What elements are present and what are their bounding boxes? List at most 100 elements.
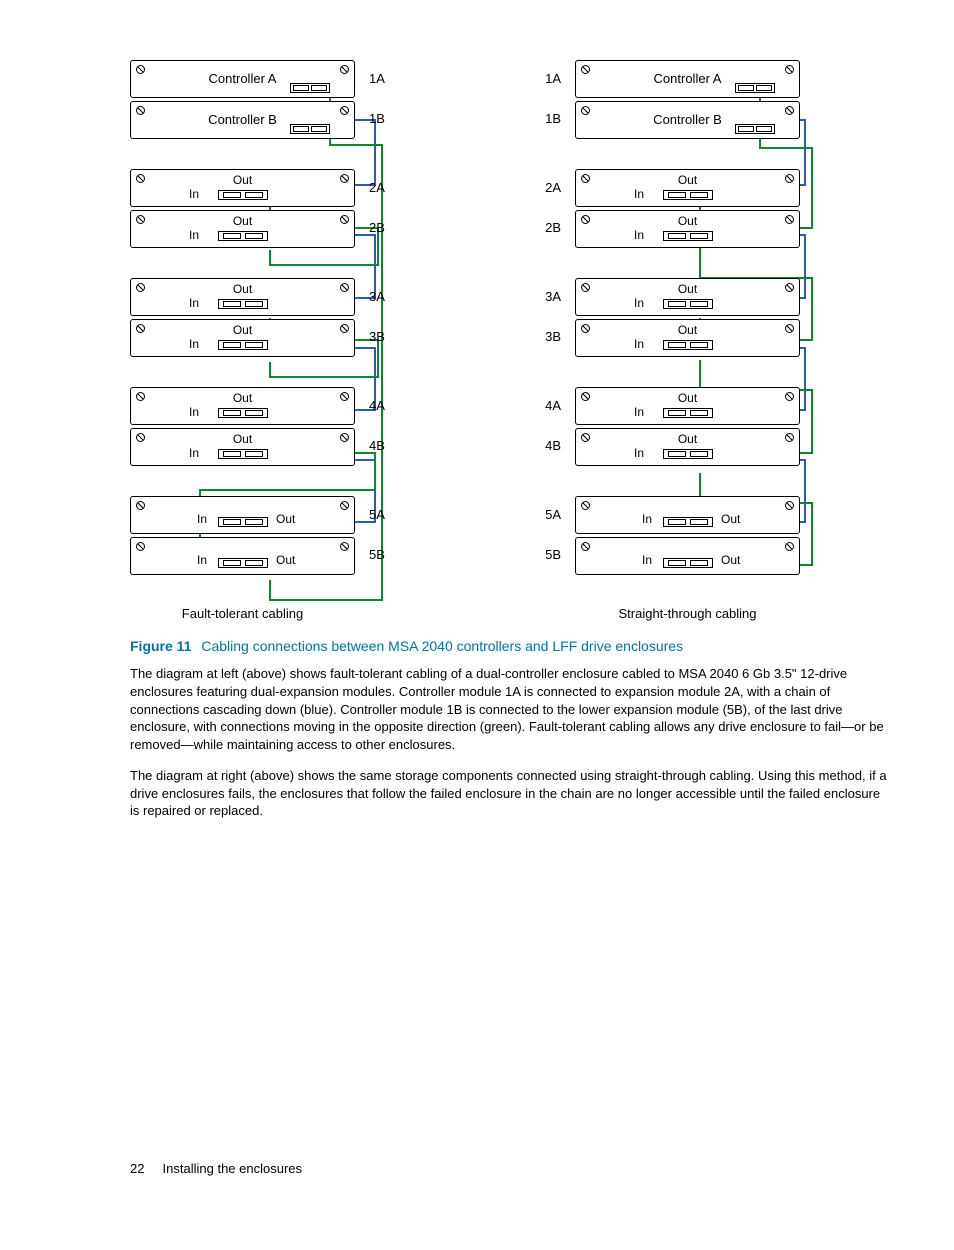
enclosure-5-right: 5A In Out 5B In Out bbox=[525, 496, 800, 575]
controller-label: Controller B bbox=[208, 111, 277, 129]
page-footer: 22 Installing the enclosures bbox=[130, 1160, 302, 1178]
screw-icon bbox=[340, 283, 349, 292]
right-subcaption: Straight-through cabling bbox=[575, 605, 800, 623]
expansion-3b-left: Out In bbox=[130, 319, 355, 357]
row-id: 5A bbox=[369, 506, 391, 524]
row-id: 1B bbox=[369, 110, 391, 128]
out-label: Out bbox=[233, 213, 252, 229]
screw-icon bbox=[136, 283, 145, 292]
screw-icon bbox=[340, 433, 349, 442]
enclosure-3-right: 3A Out In 3B Out In bbox=[525, 278, 800, 357]
row-id: 4A bbox=[369, 397, 391, 415]
in-label: In bbox=[634, 186, 644, 202]
in-label: In bbox=[634, 295, 644, 311]
port-block bbox=[663, 408, 713, 418]
in-label: In bbox=[197, 552, 207, 568]
screw-icon bbox=[340, 65, 349, 74]
expansion-3b-right: Out In bbox=[575, 319, 800, 357]
in-label: In bbox=[634, 336, 644, 352]
screw-icon bbox=[136, 542, 145, 551]
row-id: 5B bbox=[539, 546, 561, 564]
screw-icon bbox=[785, 65, 794, 74]
out-label: Out bbox=[276, 511, 295, 527]
port-block bbox=[663, 190, 713, 200]
in-label: In bbox=[189, 404, 199, 420]
screw-icon bbox=[785, 542, 794, 551]
port-block bbox=[218, 558, 268, 568]
enclosure-4-right: 4A Out In 4B Out In bbox=[525, 387, 800, 466]
screw-icon bbox=[136, 433, 145, 442]
enclosure-5-left: In Out 5A In Out 5B bbox=[130, 496, 405, 575]
controller-1a-right: Controller A bbox=[575, 60, 800, 98]
fault-tolerant-stack: Controller A 1A Controller B 1B Out bbox=[130, 60, 405, 623]
port-block bbox=[218, 408, 268, 418]
row-id: 4B bbox=[539, 437, 561, 455]
row-id: 3B bbox=[369, 328, 391, 346]
out-label: Out bbox=[678, 390, 697, 406]
screw-icon bbox=[340, 106, 349, 115]
row-id: 1A bbox=[539, 70, 561, 88]
expansion-4b-right: Out In bbox=[575, 428, 800, 466]
screw-icon bbox=[136, 174, 145, 183]
expansion-4a-right: Out In bbox=[575, 387, 800, 425]
screw-icon bbox=[136, 392, 145, 401]
port-block bbox=[218, 340, 268, 350]
out-label: Out bbox=[233, 281, 252, 297]
expansion-4b-left: Out In bbox=[130, 428, 355, 466]
out-label: Out bbox=[276, 552, 295, 568]
screw-icon bbox=[581, 174, 590, 183]
row-id: 3A bbox=[369, 288, 391, 306]
out-label: Out bbox=[233, 390, 252, 406]
screw-icon bbox=[785, 501, 794, 510]
screw-icon bbox=[581, 392, 590, 401]
screw-icon bbox=[340, 174, 349, 183]
screw-icon bbox=[581, 106, 590, 115]
screw-icon bbox=[136, 215, 145, 224]
expansion-5a-left: In Out bbox=[130, 496, 355, 534]
expansion-5b-right: In Out bbox=[575, 537, 800, 575]
screw-icon bbox=[340, 215, 349, 224]
out-label: Out bbox=[678, 213, 697, 229]
screw-icon bbox=[340, 324, 349, 333]
screw-icon bbox=[136, 324, 145, 333]
screw-icon bbox=[785, 215, 794, 224]
port-block bbox=[218, 190, 268, 200]
expansion-5b-left: In Out bbox=[130, 537, 355, 575]
cables-fault-tolerant bbox=[130, 60, 420, 680]
expansion-2b-left: Out In bbox=[130, 210, 355, 248]
diagram-area: Controller A 1A Controller B 1B Out bbox=[130, 60, 894, 623]
out-label: Out bbox=[233, 322, 252, 338]
out-label: Out bbox=[678, 281, 697, 297]
expansion-2b-right: Out In bbox=[575, 210, 800, 248]
row-id: 5B bbox=[369, 546, 391, 564]
row-id: 2A bbox=[369, 179, 391, 197]
controller-label: Controller A bbox=[654, 70, 722, 88]
row-id: 2B bbox=[369, 219, 391, 237]
in-label: In bbox=[642, 511, 652, 527]
port-block bbox=[290, 124, 330, 134]
controller-label: Controller B bbox=[653, 111, 722, 129]
expansion-3a-left: Out In bbox=[130, 278, 355, 316]
enclosure-3-left: Out In 3A Out In 3B bbox=[130, 278, 405, 357]
expansion-2a-left: Out In bbox=[130, 169, 355, 207]
out-label: Out bbox=[233, 431, 252, 447]
screw-icon bbox=[581, 542, 590, 551]
screw-icon bbox=[785, 324, 794, 333]
screw-icon bbox=[581, 283, 590, 292]
figure-caption: Figure 11 Cabling connections between MS… bbox=[130, 637, 894, 656]
controller-1b-right: Controller B bbox=[575, 101, 800, 139]
in-label: In bbox=[642, 552, 652, 568]
screw-icon bbox=[581, 433, 590, 442]
out-label: Out bbox=[678, 172, 697, 188]
row-id: 1A bbox=[369, 70, 391, 88]
screw-icon bbox=[581, 215, 590, 224]
screw-icon bbox=[785, 433, 794, 442]
in-label: In bbox=[189, 186, 199, 202]
screw-icon bbox=[340, 542, 349, 551]
figure-label: Figure 11 bbox=[130, 638, 191, 654]
screw-icon bbox=[581, 65, 590, 74]
port-block bbox=[663, 558, 713, 568]
port-block bbox=[663, 517, 713, 527]
straight-through-stack: 1A Controller A 1B Controller B 2A bbox=[525, 60, 800, 623]
controller-label: Controller A bbox=[209, 70, 277, 88]
